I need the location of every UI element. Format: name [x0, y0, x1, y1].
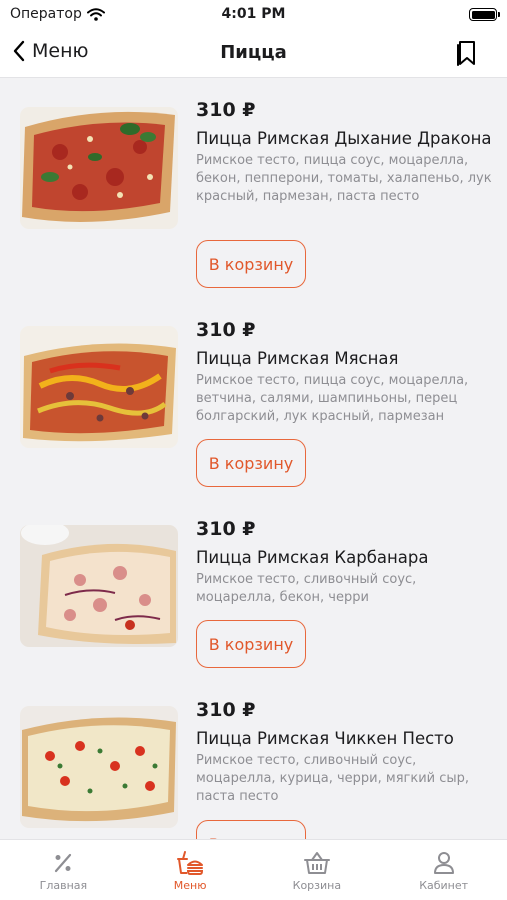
add-to-cart-button[interactable]: В корзину — [196, 620, 306, 668]
product-name: Пицца Римская Мясная — [196, 349, 399, 368]
tab-cart[interactable]: Корзина — [254, 840, 381, 900]
product-description: Римское тесто, пицца соус, моцарелла, бе… — [196, 153, 492, 204]
product-description: Римское тесто, пицца соус, моцарелла, ве… — [196, 373, 469, 424]
product-image[interactable] — [20, 326, 178, 448]
tab-label: Главная — [39, 879, 88, 892]
product-image[interactable] — [20, 706, 178, 828]
product-image[interactable] — [20, 525, 178, 647]
product-name: Пицца Римская Карбанара — [196, 548, 429, 567]
tab-label: Меню — [173, 879, 207, 892]
product-info: 310 ₽ Пицца Римская Дыхание Дракона Римс… — [196, 99, 496, 206]
product-price: 310 ₽ — [196, 518, 256, 540]
product-description: Римское тесто, сливочный соус, моцарелла… — [196, 753, 470, 804]
tab-account[interactable]: Кабинет — [380, 840, 507, 900]
product-price: 310 ₽ — [196, 319, 256, 341]
add-to-cart-button[interactable]: В корзину — [196, 439, 306, 487]
bookmark-icon — [457, 41, 475, 66]
status-bar: Оператор 4:01 PM — [0, 0, 507, 30]
tab-label: Кабинет — [419, 879, 469, 892]
product-price: 310 ₽ — [196, 699, 256, 721]
status-time: 4:01 PM — [221, 6, 286, 22]
product-price: 310 ₽ — [196, 99, 256, 121]
product-name: Пицца Римская Чиккен Песто — [196, 729, 454, 748]
basket-icon — [303, 852, 330, 874]
tab-menu[interactable]: Меню — [127, 840, 254, 900]
burger-drink-icon — [177, 851, 204, 875]
product-info: 310 ₽ Пицца Римская Карбанара Римское те… — [196, 518, 496, 607]
tab-home[interactable]: Главная — [0, 840, 127, 900]
product-name: Пицца Римская Дыхание Дракона — [196, 129, 492, 148]
product-info: 310 ₽ Пицца Римская Мясная Римское тесто… — [196, 319, 496, 426]
bookmark-button[interactable] — [455, 39, 477, 71]
tab-label: Корзина — [292, 879, 342, 892]
add-to-cart-button[interactable]: В корзину — [196, 240, 306, 288]
person-icon — [433, 852, 454, 874]
product-list[interactable]: 310 ₽ Пицца Римская Дыхание Дракона Римс… — [0, 79, 507, 839]
product-image[interactable] — [20, 107, 178, 229]
product-description: Римское тесто, сливочный соус, моцарелла… — [196, 572, 417, 605]
product-info: 310 ₽ Пицца Римская Чиккен Песто Римское… — [196, 699, 496, 806]
add-to-cart-button[interactable]: В корзину — [196, 820, 306, 839]
tab-bar: Главная Меню Корзина Кабинет — [0, 839, 507, 900]
battery-icon — [469, 8, 500, 21]
nav-bar: Меню Пицца — [0, 30, 507, 78]
percent-icon — [55, 853, 72, 873]
page-title: Пицца — [220, 42, 287, 63]
